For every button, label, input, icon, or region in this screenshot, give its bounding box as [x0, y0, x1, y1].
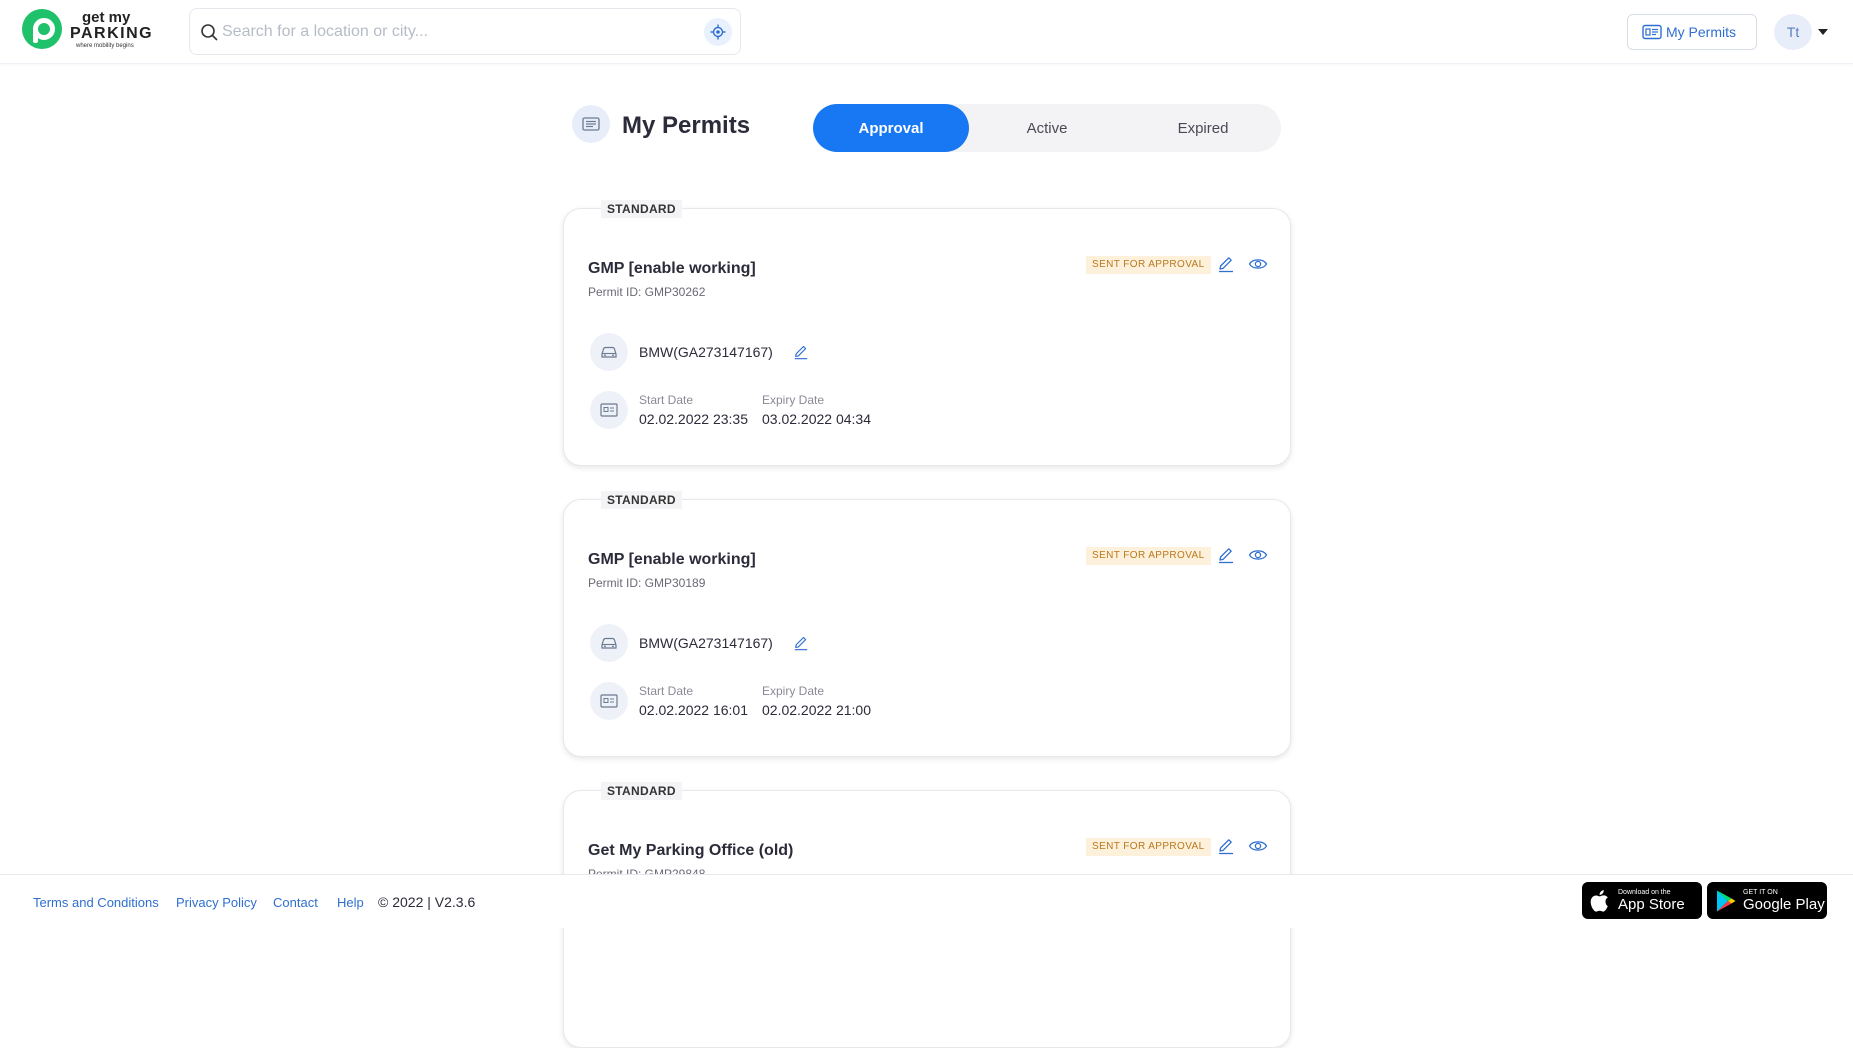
search-bar — [189, 8, 741, 55]
copyright-version: © 2022 | V2.3.6 — [378, 894, 476, 910]
logo-line1: get my — [82, 9, 131, 26]
start-date-value: 02.02.2022 16:01 — [639, 702, 748, 718]
expiry-date-value: 03.02.2022 04:34 — [762, 411, 871, 427]
status-badge: SENT FOR APPROVAL — [1086, 838, 1211, 856]
chevron-down-icon[interactable] — [1818, 29, 1828, 35]
page-title: My Permits — [622, 112, 751, 139]
car-icon — [590, 624, 628, 662]
edit-vehicle-pencil-icon[interactable] — [793, 635, 809, 651]
footer-link-contact[interactable]: Contact — [273, 895, 318, 910]
search-input[interactable] — [222, 17, 682, 47]
permit-name: Get My Parking Office (old) — [588, 842, 794, 859]
edit-permit-pencil-icon[interactable] — [1217, 837, 1235, 855]
permits-list-icon — [572, 105, 610, 143]
footer: Terms and Conditions Privacy Policy Cont… — [0, 874, 1853, 928]
permit-id: Permit ID: GMP30262 — [588, 285, 706, 299]
status-tabs: Approval Active Expired — [813, 104, 1281, 152]
app-store-big-text: App Store — [1618, 895, 1685, 913]
app-store-badge[interactable]: Download on the App Store — [1582, 882, 1702, 919]
my-permits-button[interactable]: My Permits — [1627, 14, 1757, 50]
permit-type-badge: STANDARD — [601, 782, 682, 800]
logo-line2: PARKING — [70, 25, 154, 42]
start-date-label: Start Date — [639, 393, 694, 407]
view-permit-eye-icon[interactable] — [1248, 546, 1268, 564]
permit-type-badge: STANDARD — [601, 491, 682, 509]
expiry-date-value: 02.02.2022 21:00 — [762, 702, 871, 718]
logo-mark-icon — [22, 9, 62, 49]
edit-vehicle-pencil-icon[interactable] — [793, 344, 809, 360]
top-header: get my PARKING where mobility begins Sea… — [0, 0, 1853, 64]
permit-card-icon — [1642, 24, 1662, 40]
tab-active[interactable]: Active — [969, 104, 1125, 152]
crosshair-icon — [710, 24, 726, 40]
view-permit-eye-icon[interactable] — [1248, 255, 1268, 273]
apple-icon — [1590, 889, 1608, 912]
start-date-label: Start Date — [639, 684, 694, 698]
google-play-icon — [1717, 890, 1736, 911]
edit-permit-pencil-icon[interactable] — [1217, 546, 1235, 564]
logo-tagline: where mobility begins — [76, 43, 134, 49]
status-badge: SENT FOR APPROVAL — [1086, 547, 1211, 565]
permit-type-badge: STANDARD — [601, 200, 682, 218]
footer-link-privacy[interactable]: Privacy Policy — [176, 895, 257, 910]
vehicle-label: BMW(GA273147167) — [639, 344, 773, 360]
footer-link-terms[interactable]: Terms and Conditions — [33, 895, 159, 910]
tab-expired[interactable]: Expired — [1125, 104, 1281, 152]
vehicle-label: BMW(GA273147167) — [639, 635, 773, 651]
current-location-button[interactable] — [704, 18, 732, 46]
permit-name: GMP [enable working] — [588, 260, 756, 277]
permit-name: GMP [enable working] — [588, 551, 756, 568]
expiry-date-label: Expiry Date — [762, 393, 825, 407]
avatar-initials: Tt — [1786, 24, 1800, 40]
my-permits-label: My Permits — [1666, 24, 1736, 40]
calendar-icon — [590, 391, 628, 429]
edit-permit-pencil-icon[interactable] — [1217, 255, 1235, 273]
tab-approval[interactable]: Approval — [813, 104, 969, 152]
start-date-value: 02.02.2022 23:35 — [639, 411, 748, 427]
view-permit-eye-icon[interactable] — [1248, 837, 1268, 855]
car-icon — [590, 333, 628, 371]
status-badge: SENT FOR APPROVAL — [1086, 256, 1211, 274]
calendar-icon — [590, 682, 628, 720]
permit-id: Permit ID: GMP30189 — [588, 576, 706, 590]
permit-card: STANDARD GMP [enable working] Permit ID:… — [563, 200, 1291, 466]
user-avatar[interactable]: Tt — [1774, 14, 1812, 50]
search-icon — [201, 24, 218, 41]
expiry-date-label: Expiry Date — [762, 684, 825, 698]
google-play-big-text: Google Play — [1743, 895, 1825, 913]
google-play-badge[interactable]: GET IT ON Google Play — [1707, 882, 1827, 919]
footer-link-help[interactable]: Help — [337, 895, 364, 910]
logo[interactable]: get my PARKING where mobility begins — [22, 9, 152, 53]
permit-card: STANDARD GMP [enable working] Permit ID:… — [563, 491, 1291, 757]
